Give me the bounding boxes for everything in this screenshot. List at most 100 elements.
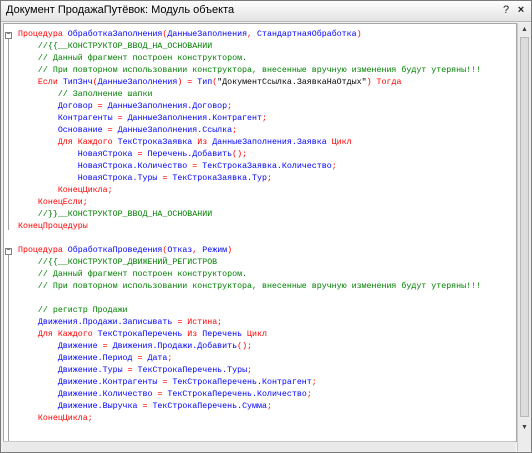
code-token: ; [232, 126, 238, 135]
code-line[interactable]: Процедура ОбработкаЗаполнения(ДанныеЗапо… [18, 29, 362, 41]
title-bar[interactable]: Документ ПродажаПутёвок: Модуль объекта … [1, 1, 531, 22]
code-token: Цикл [331, 138, 352, 147]
module-window: Документ ПродажаПутёвок: Модуль объекта … [0, 0, 532, 453]
code-token: ; [266, 402, 272, 411]
code-line[interactable]: Для Каждого ТекСтрокаПеречень Из Перечен… [18, 329, 267, 341]
code-token: ДанныеЗаполнения.Договор [107, 102, 228, 111]
code-token: ДанныеЗаполнения [167, 30, 248, 39]
code-line[interactable]: Движения.Продажи.Записывать = Истина; [18, 317, 222, 329]
code-token: = [177, 318, 188, 327]
code-line[interactable]: НоваяСтрока = Перечень.Добавить(); [18, 149, 247, 161]
code-line[interactable]: Договор = ДанныеЗаполнения.Договор; [18, 101, 232, 113]
code-token: Движение.Контрагенты [18, 378, 163, 387]
code-line[interactable]: // При повторном использовании конструкт… [18, 281, 481, 293]
code-token: Движение.Туры [18, 366, 128, 375]
code-token: ; [167, 354, 173, 363]
code-line[interactable]: // Заполнение шапки [18, 89, 153, 101]
code-token: //}}__КОНСТРУКТОР_ВВОД_НА_ОСНОВАНИИ [18, 210, 213, 219]
scroll-up-icon[interactable]: ▲ [520, 25, 529, 34]
code-token: Дата [147, 354, 168, 363]
code-editor[interactable]: Процедура ОбработкаЗаполнения(ДанныеЗапо… [3, 23, 517, 442]
code-line[interactable]: Движение.Количество = ТекСтрокаПеречень.… [18, 389, 312, 401]
horizontal-scrollbar[interactable] [3, 441, 515, 452]
code-token: ТекСтрокаЗаявка.Количество [202, 162, 332, 171]
code-line[interactable]: Контрагенты = ДанныеЗаполнения.Контраген… [18, 113, 267, 125]
code-line[interactable]: КонецЦикла; [18, 185, 113, 197]
code-token: Перечень [202, 330, 248, 339]
code-line[interactable]: Если ТипЗнч(ДанныеЗаполнения) = Тип("Док… [18, 77, 402, 89]
code-line[interactable]: // Данный фрагмент построен конструкторо… [18, 53, 247, 65]
code-token: Из [187, 330, 203, 339]
code-token: ; [266, 174, 272, 183]
code-token: Процедура [18, 246, 68, 255]
code-token: = [137, 150, 148, 159]
code-token: Перечень.Добавить [147, 150, 233, 159]
fold-toggle-icon[interactable]: − [5, 32, 12, 39]
code-token: = [162, 378, 173, 387]
code-token: ОбработкаПроведения [67, 246, 163, 255]
code-token: Движение.Период [18, 354, 138, 363]
code-token: ) [356, 30, 362, 39]
code-token: Для Каждого [18, 138, 118, 147]
code-token: // Заполнение шапки [18, 90, 153, 99]
fold-guide-line [8, 37, 9, 230]
code-line[interactable]: // регистр Продажи [18, 305, 128, 317]
code-line[interactable]: Движение = Движения.Продажи.Добавить(); [18, 341, 252, 353]
code-token: ТекСтрокаЗаявка [117, 138, 198, 147]
code-token: Движение.Выручка [18, 402, 143, 411]
code-token: = [107, 126, 118, 135]
code-token: Для Каждого [18, 330, 98, 339]
code-token: //{{__КОНСТРУКТОР_ДВИЖЕНИЙ_РЕГИСТРОВ [18, 258, 218, 267]
code-token: ТекСтрокаЗаявка.Тур [172, 174, 267, 183]
code-token: Из [197, 138, 213, 147]
code-token: , [247, 30, 258, 39]
code-token: = [162, 174, 173, 183]
code-token: // Данный фрагмент построен конструкторо… [18, 270, 248, 279]
code-token: Если [18, 78, 63, 87]
code-token: "ДокументСсылка.ЗаявкаНаОтдых" [217, 78, 367, 87]
code-line[interactable]: КонецПроцедуры [18, 221, 88, 233]
code-line[interactable]: КонецЕсли; [18, 197, 88, 209]
code-token: Основание [18, 126, 108, 135]
code-token: СтандартнаяОбработка [257, 30, 357, 39]
fold-gutter [4, 24, 14, 441]
code-token: Цикл [247, 330, 267, 339]
code-line[interactable]: НоваяСтрока.Количество = ТекСтрокаЗаявка… [18, 161, 337, 173]
code-token: Режим [202, 246, 228, 255]
code-line[interactable]: Движение.Контрагенты = ТекСтрокаПеречень… [18, 377, 317, 389]
code-line[interactable]: Основание = ДанныеЗаполнения.Ссылка; [18, 125, 237, 137]
code-line[interactable]: //{{__КОНСТРУКТОР_ДВИЖЕНИЙ_РЕГИСТРОВ [18, 257, 217, 269]
code-token: = [137, 354, 148, 363]
close-button[interactable]: × [514, 4, 528, 17]
code-token: ТипЗнч [62, 78, 93, 87]
code-line[interactable]: //{{__КОНСТРУКТОР_ВВОД_НА_ОСНОВАНИИ [18, 41, 212, 53]
code-line[interactable]: Движение.Период = Дата; [18, 353, 173, 365]
code-token: Тогда [376, 78, 402, 87]
code-line[interactable]: КонецЦикла; [18, 413, 93, 425]
code-line[interactable]: // Данный фрагмент построен конструкторо… [18, 269, 247, 281]
code-line[interactable]: Для Каждого ТекСтрокаЗаявка Из ДанныеЗап… [18, 137, 352, 149]
code-token: ДанныеЗаполнения [97, 78, 178, 87]
help-button[interactable]: ? [499, 4, 513, 17]
code-line[interactable]: Движение.Выручка = ТекСтрокаПеречень.Сум… [18, 401, 272, 413]
code-token: // регистр Продажи [18, 306, 128, 315]
code-line[interactable]: //}}__КОНСТРУКТОР_ВВОД_НА_ОСНОВАНИИ [18, 209, 212, 221]
code-token: ; [331, 162, 337, 171]
code-line[interactable]: // При повторном использовании конструкт… [18, 65, 481, 77]
code-token: Договор [18, 102, 98, 111]
code-line[interactable]: Движение.Туры = ТекСтрокаПеречень.Туры; [18, 365, 252, 377]
code-token: ТекСтрокаПеречень.Сумма [152, 402, 267, 411]
code-token: = [102, 342, 113, 351]
scroll-down-icon[interactable]: ▼ [520, 423, 529, 432]
code-token: Движения.Продажи.Добавить [112, 342, 238, 351]
code-token: ) = [177, 78, 198, 87]
code-token: = [117, 114, 128, 123]
code-token: КонецЦикла; [18, 186, 113, 195]
vertical-scrollbar[interactable]: ▲ ▼ [517, 23, 531, 451]
fold-toggle-icon[interactable]: − [5, 248, 12, 255]
scroll-thumb[interactable] [520, 37, 529, 417]
code-token: // При повторном использовании конструкт… [18, 282, 482, 291]
code-line[interactable]: Процедура ОбработкаПроведения(Отказ, Реж… [18, 245, 232, 257]
code-token: ) [227, 246, 233, 255]
code-line[interactable]: НоваяСтрока.Туры = ТекСтрокаЗаявка.Тур; [18, 173, 272, 185]
